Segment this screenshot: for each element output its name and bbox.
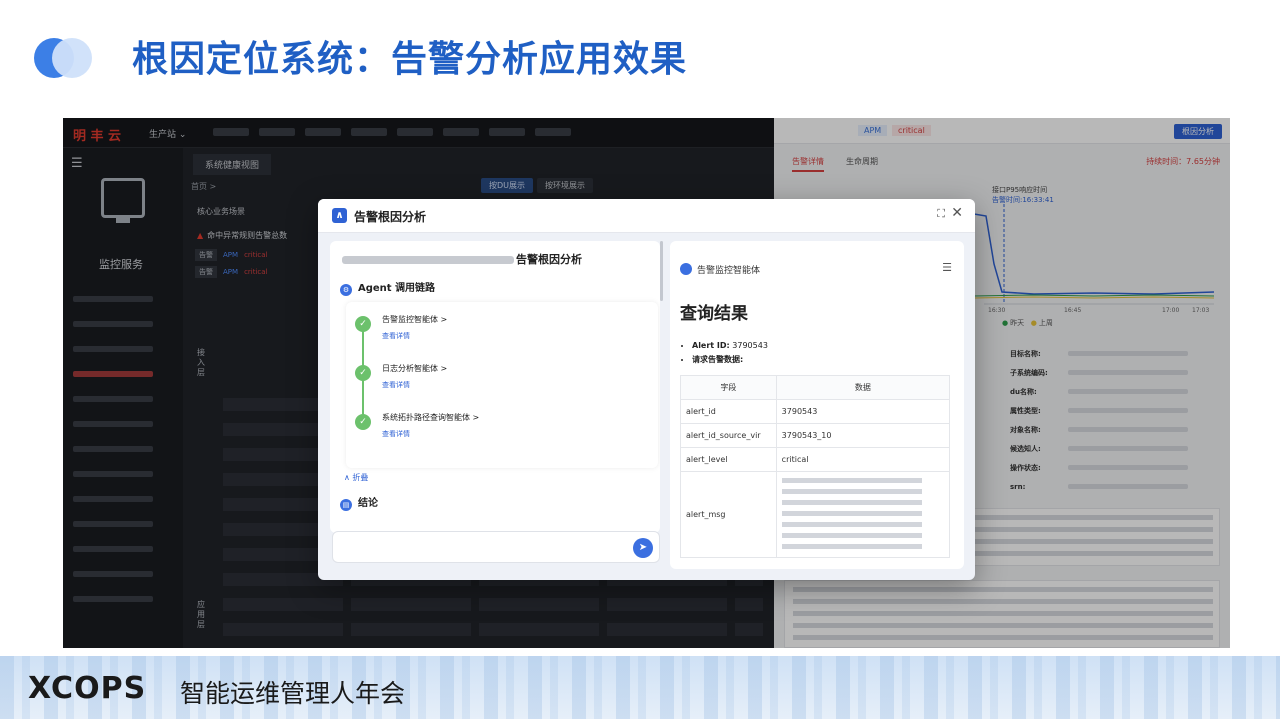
outline-menu-icon[interactable]: ☰ bbox=[942, 261, 952, 274]
agent-result-pane: 告警监控智能体 ☰ 查询结果 Alert ID: 3790543 请求告警数据:… bbox=[670, 241, 964, 569]
column-header: 数据 bbox=[775, 375, 951, 400]
step-name[interactable]: 日志分析智能体 > bbox=[382, 363, 447, 374]
agent-chain: ✓ 告警监控智能体 > 查看详情 ✓ 日志分析智能体 > 查看详情 ✓ 系统拓扑… bbox=[346, 302, 658, 468]
root-cause-modal: ∧ 告警根因分析 ⛶ ✕ 告警根因分析 ⚙ Agent 调用链路 ✓ 告警监控智能… bbox=[318, 199, 975, 580]
slide-title: 根因定位系统：告警分析应用效果 bbox=[132, 39, 688, 80]
alert-msg-value bbox=[775, 471, 951, 558]
send-icon[interactable]: ➤ bbox=[633, 538, 653, 558]
footer-event: 智能运维管理人年会 bbox=[180, 679, 406, 708]
chat-input[interactable]: ➤ bbox=[332, 531, 660, 563]
collapse-toggle[interactable]: ∧ 折叠 bbox=[344, 472, 368, 483]
check-icon: ✓ bbox=[355, 365, 371, 381]
agent-chain-heading: ⚙ Agent 调用链路 bbox=[340, 279, 435, 296]
view-detail-link[interactable]: 查看详情 bbox=[382, 429, 410, 439]
result-title: 查询结果 bbox=[680, 304, 748, 324]
column-header: 字段 bbox=[680, 375, 777, 400]
slide: 根因定位系统：告警分析应用效果 明 丰 云 生产站 ⌄ ☰ 监控服务 系统健康视… bbox=[0, 0, 1280, 719]
modal-title: 告警根因分析 bbox=[354, 210, 427, 224]
modal-header: ∧ 告警根因分析 ⛶ ✕ bbox=[318, 199, 975, 233]
chain-icon: ⚙ bbox=[340, 284, 352, 296]
app-screenshot: 明 丰 云 生产站 ⌄ ☰ 监控服务 系统健康视图 首页 > 按DU展示 按环境… bbox=[63, 118, 1230, 648]
analysis-pane: 告警根因分析 ⚙ Agent 调用链路 ✓ 告警监控智能体 > 查看详情 ✓ 日志… bbox=[330, 241, 660, 533]
table-header-row: 字段 数据 bbox=[680, 375, 951, 400]
alert-data-table: 字段 数据 alert_id 3790543 alert_id_source_v… bbox=[680, 375, 951, 558]
left-scrollbar[interactable] bbox=[660, 241, 663, 301]
close-icon[interactable]: ✕ bbox=[951, 205, 963, 221]
result-bullets: Alert ID: 3790543 请求告警数据: bbox=[692, 339, 768, 367]
check-icon: ✓ bbox=[355, 414, 371, 430]
conclusion-icon: ▤ bbox=[340, 499, 352, 511]
table-row: alert_level critical bbox=[680, 447, 951, 472]
slide-footer: XCOPS 智能运维管理人年会 bbox=[0, 656, 1280, 719]
check-icon: ✓ bbox=[355, 316, 371, 332]
conclusion-heading: ▤ 结论 bbox=[340, 494, 378, 511]
view-detail-link[interactable]: 查看详情 bbox=[382, 331, 410, 341]
table-row: alert_msg bbox=[680, 471, 951, 558]
footer-brand: XCOPS bbox=[28, 671, 147, 706]
analysis-title: 告警根因分析 bbox=[342, 251, 582, 267]
table-row: alert_id_source_vir 3790543_10 bbox=[680, 423, 951, 448]
agent-logo-icon: ∧ bbox=[332, 208, 347, 223]
slide-logo bbox=[34, 36, 98, 80]
step-name[interactable]: 系统拓扑路径查询智能体 > bbox=[382, 412, 479, 423]
step-name[interactable]: 告警监控智能体 > bbox=[382, 314, 447, 325]
view-detail-link[interactable]: 查看详情 bbox=[382, 380, 410, 390]
agent-header: 告警监控智能体 bbox=[680, 263, 760, 276]
table-row: alert_id 3790543 bbox=[680, 399, 951, 424]
expand-icon[interactable]: ⛶ bbox=[937, 207, 945, 221]
agent-icon bbox=[680, 263, 692, 275]
